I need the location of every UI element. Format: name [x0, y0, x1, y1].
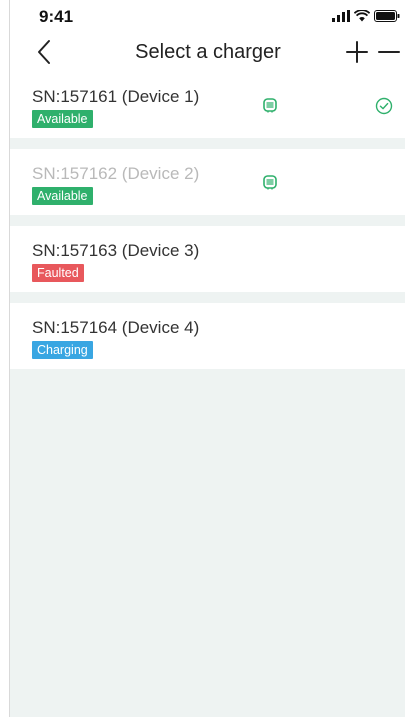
status-badge: Charging — [32, 341, 93, 359]
status-badge: Available — [32, 110, 93, 128]
wifi-icon — [354, 10, 370, 22]
charger-item-device-4[interactable]: SN:157164 (Device 4) Charging — [10, 303, 405, 369]
status-icons — [332, 8, 400, 24]
status-time: 9:41 — [39, 7, 74, 26]
charger-serial-label: SN:157161 (Device 1) — [32, 87, 200, 106]
charger-list: SN:157161 (Device 1) Available SN:157162… — [10, 72, 405, 380]
phone-screen: 9:41 Select a charger SN:157161 (Device … — [9, 0, 405, 717]
charger-item-device-1[interactable]: SN:157161 (Device 1) Available — [10, 72, 405, 138]
navigation-bar: Select a charger — [10, 32, 405, 72]
remove-icon[interactable] — [378, 41, 400, 63]
charger-plug-icon — [263, 175, 277, 190]
battery-icon — [374, 10, 400, 22]
cellular-signal-icon — [332, 10, 350, 22]
selected-check-icon — [375, 97, 393, 115]
status-badge: Faulted — [32, 264, 84, 282]
charger-serial-label: SN:157163 (Device 3) — [32, 241, 200, 260]
status-bar: 9:41 — [10, 0, 405, 32]
charger-item-device-2[interactable]: SN:157162 (Device 2) Available — [10, 149, 405, 215]
charger-serial-label: SN:157164 (Device 4) — [32, 318, 200, 337]
status-badge: Available — [32, 187, 93, 205]
charger-item-device-3[interactable]: SN:157163 (Device 3) Faulted — [10, 226, 405, 292]
charger-serial-label: SN:157162 (Device 2) — [32, 164, 200, 183]
charger-plug-icon — [263, 98, 277, 113]
add-icon[interactable] — [346, 41, 368, 63]
